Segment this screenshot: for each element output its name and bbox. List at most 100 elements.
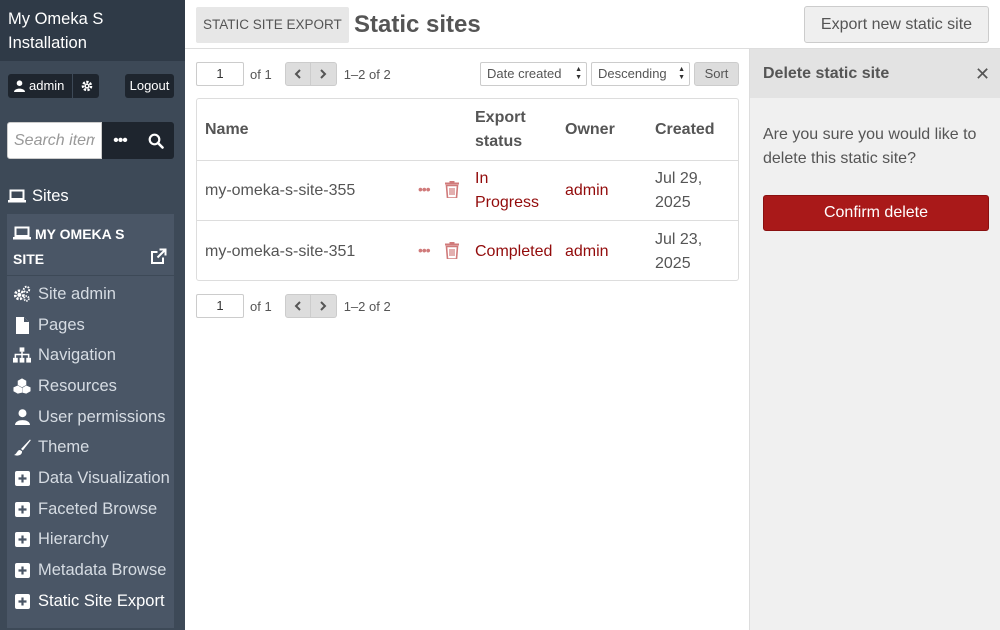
page-number-input[interactable]: 1 xyxy=(196,294,244,318)
admin-sidebar: My Omeka S Installation admin Logout •••… xyxy=(0,0,185,630)
nav-user-permissions[interactable]: User permissions xyxy=(13,405,165,429)
plus-square-icon xyxy=(14,501,30,517)
next-page-button[interactable] xyxy=(310,294,337,318)
user-icon xyxy=(14,409,30,425)
header-line: status xyxy=(475,133,523,150)
nav-label: Hierarchy xyxy=(38,530,109,548)
file-icon xyxy=(15,316,29,334)
nav-label: Theme xyxy=(38,438,90,456)
nav-static-site-export[interactable]: Static Site Export xyxy=(13,589,165,613)
status-line: In xyxy=(475,170,489,187)
confirm-delete-button[interactable]: Confirm delete xyxy=(763,195,989,231)
more-actions-icon[interactable]: ••• xyxy=(418,181,431,197)
nav-data-visualization[interactable]: Data Visualization xyxy=(13,466,170,490)
previous-page-button[interactable] xyxy=(284,62,311,86)
nav-metadata-browse[interactable]: Metadata Browse xyxy=(13,558,166,582)
close-icon[interactable]: ✕ xyxy=(975,63,990,85)
logout-button[interactable]: Logout xyxy=(125,74,174,98)
current-site-panel: MY OMEKA S SITE Site admin Pages Navigat… xyxy=(7,214,174,628)
more-actions-icon[interactable]: ••• xyxy=(418,242,431,258)
row-site-name: my-omeka-s-site-355 xyxy=(205,182,356,199)
user-name: admin xyxy=(29,78,65,93)
header-line: Export xyxy=(475,109,526,126)
sort-order-select[interactable]: Descending ▲ ▼ xyxy=(591,62,690,86)
delete-icon[interactable] xyxy=(445,181,459,198)
user-button-divider xyxy=(72,74,74,98)
laptop-icon xyxy=(13,226,31,240)
result-range: 1–2 of 2 xyxy=(343,298,391,314)
row-export-status[interactable]: In Progress xyxy=(475,167,539,215)
sort-button[interactable]: Sort xyxy=(694,62,739,86)
row-owner-link[interactable]: admin xyxy=(565,240,609,264)
nav-site-admin[interactable]: Site admin xyxy=(13,282,116,306)
row-owner-link[interactable]: admin xyxy=(565,179,609,203)
advanced-search-button[interactable]: ••• xyxy=(102,122,138,159)
nav-label: Static Site Export xyxy=(38,592,165,610)
external-link-icon[interactable] xyxy=(150,248,167,265)
user-icon xyxy=(14,80,25,92)
chevron-right-icon xyxy=(320,301,327,311)
plus-square-icon xyxy=(14,562,30,578)
static-sites-table: Name Export status Owner Created my-omek… xyxy=(196,98,739,281)
chevron-left-icon xyxy=(294,301,301,311)
search-input[interactable] xyxy=(7,122,102,159)
site-name-link[interactable]: MY OMEKA S SITE xyxy=(13,222,138,271)
gear-icon[interactable] xyxy=(81,80,93,92)
site-panel-divider xyxy=(7,275,174,276)
column-header-created: Created xyxy=(655,121,715,138)
export-new-static-site-button[interactable]: Export new static site xyxy=(804,6,989,43)
search-icon xyxy=(148,133,164,149)
plus-square-icon xyxy=(14,470,30,486)
delete-sidebar-panel: Delete static site ✕ Are you sure you wo… xyxy=(749,49,1000,630)
nav-resources[interactable]: Resources xyxy=(13,374,117,398)
select-arrows-icon: ▲ ▼ xyxy=(678,66,685,81)
previous-page-button[interactable] xyxy=(284,294,311,318)
search-button[interactable] xyxy=(138,122,174,159)
cubes-icon xyxy=(13,378,31,394)
sort-by-select[interactable]: Date created ▲ ▼ xyxy=(480,62,587,86)
page-header: STATIC SITE EXPORT Static sites Export n… xyxy=(185,0,1000,49)
select-arrows-icon: ▲ ▼ xyxy=(575,66,582,81)
search-form: ••• xyxy=(7,122,174,159)
nav-navigation[interactable]: Navigation xyxy=(13,343,116,367)
row-created-date: Jul 29, 2025 xyxy=(655,167,702,215)
delete-icon[interactable] xyxy=(445,242,459,259)
date-line: 2025 xyxy=(655,194,691,211)
page-total: of 1 xyxy=(250,66,272,82)
module-breadcrumb: STATIC SITE EXPORT xyxy=(196,7,349,43)
status-line: Progress xyxy=(475,194,540,211)
delete-confirmation-message: Are you sure you would like to delete th… xyxy=(763,126,977,167)
row-divider xyxy=(197,220,738,221)
nav-label: Pages xyxy=(38,316,85,334)
plus-square-icon xyxy=(14,531,30,547)
nav-label: Faceted Browse xyxy=(38,500,158,518)
result-range: 1–2 of 2 xyxy=(343,66,391,82)
nav-label: Data Visualization xyxy=(38,469,170,487)
plus-square-icon xyxy=(14,593,30,609)
row-created-date: Jul 23, 2025 xyxy=(655,228,702,276)
date-line: Jul 29, xyxy=(655,170,703,187)
row-export-status[interactable]: Completed xyxy=(475,240,552,264)
nav-pages[interactable]: Pages xyxy=(13,313,85,337)
nav-theme[interactable]: Theme xyxy=(13,435,89,459)
user-menu-button[interactable]: admin xyxy=(8,74,100,98)
sites-link[interactable]: Sites xyxy=(8,184,69,208)
page-total: of 1 xyxy=(250,298,272,314)
chevron-right-icon xyxy=(320,69,327,79)
panel-header: Delete static site ✕ xyxy=(750,49,1000,98)
page-number-input[interactable]: 1 xyxy=(196,62,244,86)
page-title: Static sites xyxy=(354,11,481,38)
date-line: Jul 23, xyxy=(655,231,703,248)
row-site-name: my-omeka-s-site-351 xyxy=(205,243,356,260)
cogs-icon xyxy=(13,285,31,302)
next-page-button[interactable] xyxy=(310,62,337,86)
column-header-export-status: Export status xyxy=(475,106,526,154)
paint-brush-icon xyxy=(13,439,31,456)
sites-label: Sites xyxy=(32,187,69,205)
column-header-name: Name xyxy=(205,121,249,138)
row-divider xyxy=(197,160,738,161)
nav-faceted-browse[interactable]: Faceted Browse xyxy=(13,497,157,521)
nav-label: Metadata Browse xyxy=(38,561,167,579)
installation-title[interactable]: My Omeka S Installation xyxy=(0,0,185,61)
nav-hierarchy[interactable]: Hierarchy xyxy=(13,527,109,551)
